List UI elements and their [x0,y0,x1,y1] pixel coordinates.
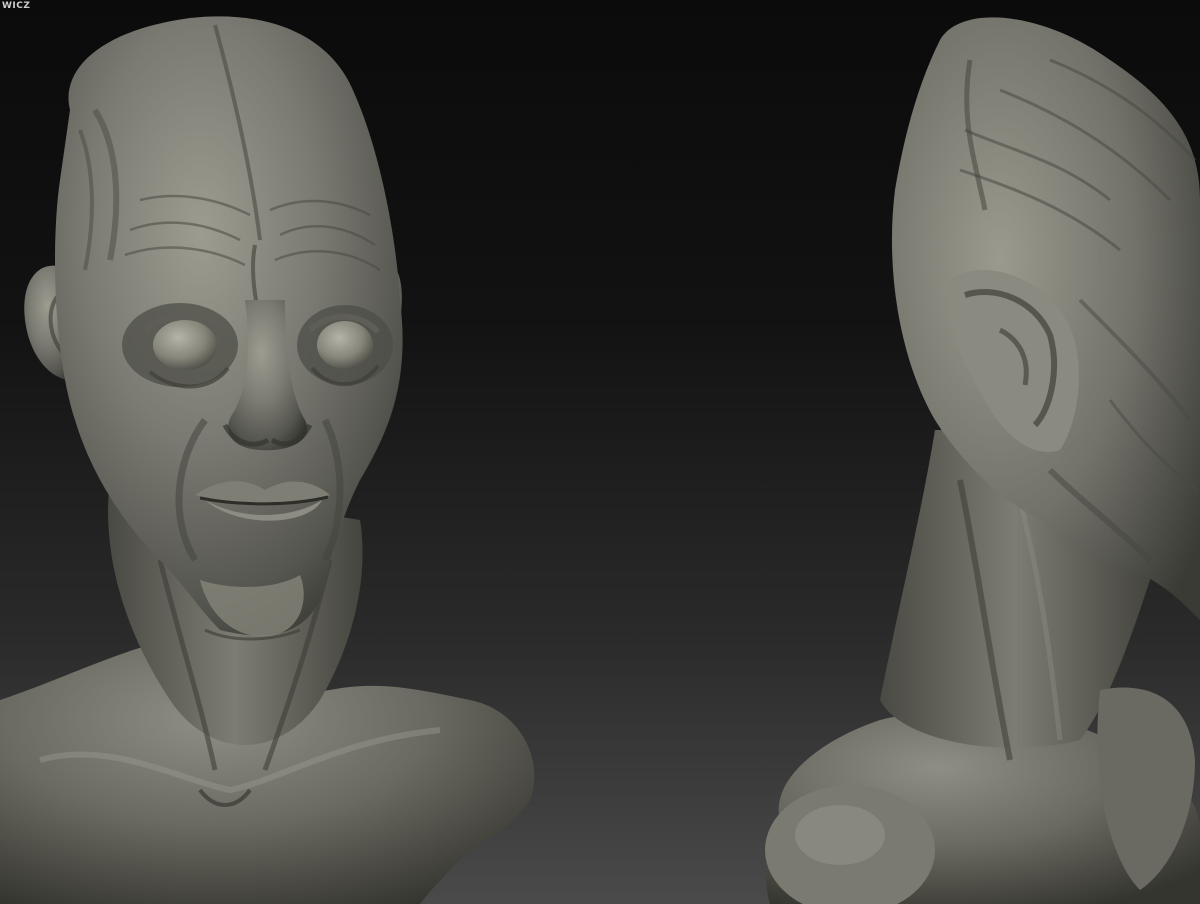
side-view-bust [765,17,1200,904]
front-eye-right [317,321,373,369]
front-eye-left [153,320,217,370]
front-view-bust [0,16,535,904]
watermark-text: WICZ [2,1,31,11]
sculpt-render [0,16,1200,904]
render-viewport: WICZ [0,0,1200,904]
